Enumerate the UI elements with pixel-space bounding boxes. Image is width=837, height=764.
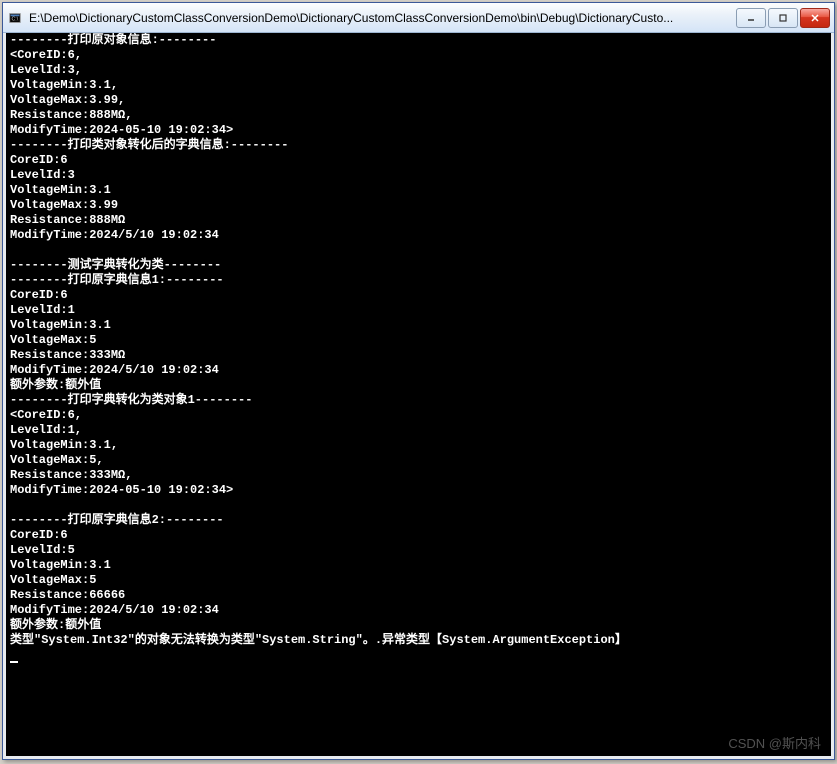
window-controls [736, 8, 830, 28]
minimize-button[interactable] [736, 8, 766, 28]
window-title: E:\Demo\DictionaryCustomClassConversionD… [29, 11, 736, 25]
console-output[interactable]: --------打印原对象信息:-------- <CoreID:6, Leve… [3, 33, 834, 759]
app-window: C:\ E:\Demo\DictionaryCustomClassConvers… [2, 2, 835, 760]
titlebar[interactable]: C:\ E:\Demo\DictionaryCustomClassConvers… [3, 3, 834, 33]
cursor [10, 661, 18, 663]
app-icon: C:\ [7, 10, 23, 26]
close-button[interactable] [800, 8, 830, 28]
svg-text:C:\: C:\ [12, 16, 19, 22]
maximize-button[interactable] [768, 8, 798, 28]
